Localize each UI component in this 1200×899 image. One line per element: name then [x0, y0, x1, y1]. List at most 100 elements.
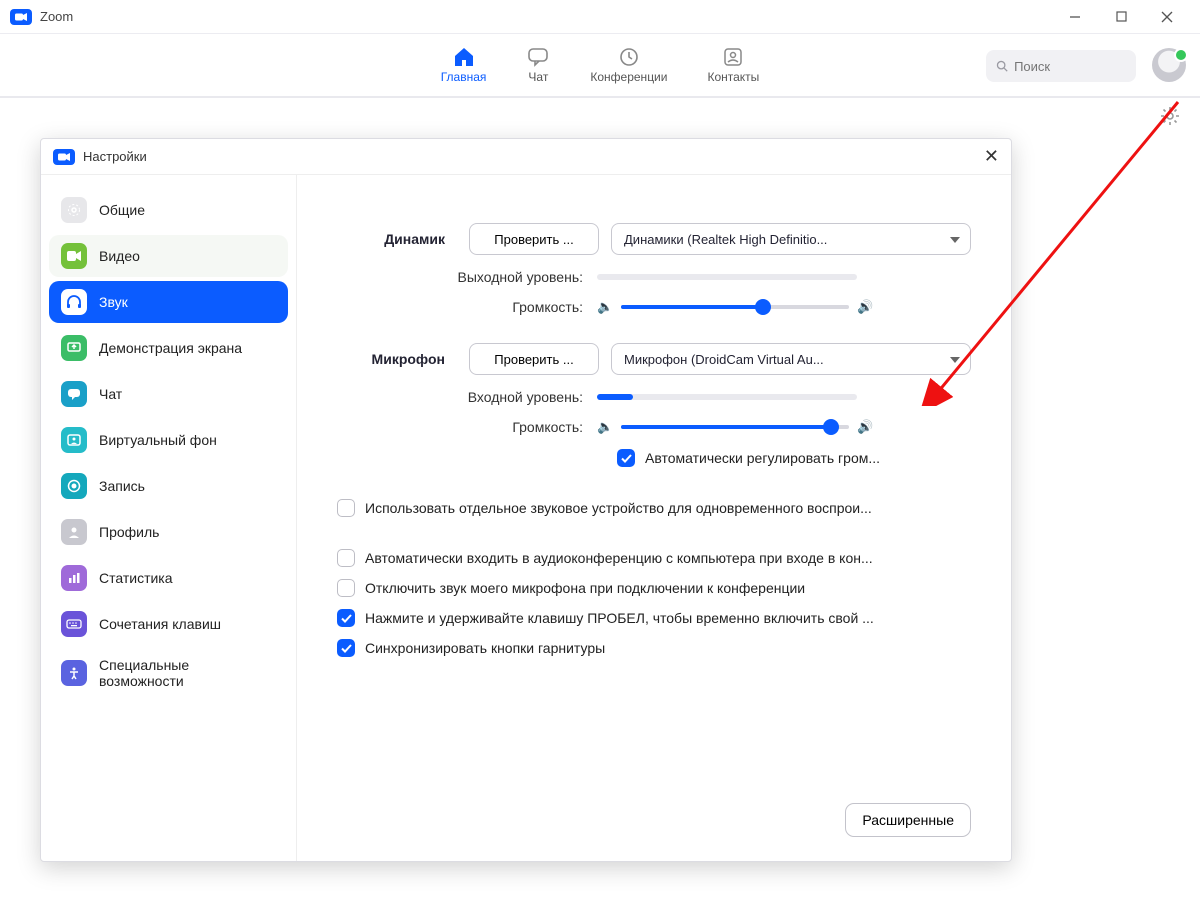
- headphones-icon: [61, 289, 87, 315]
- input-level-meter: [597, 394, 857, 400]
- sidenav-profile[interactable]: Профиль: [49, 511, 288, 553]
- sidenav-accessibility[interactable]: Специальные возможности: [49, 649, 288, 697]
- window-controls: [1052, 1, 1190, 33]
- tab-meetings[interactable]: Конференции: [590, 46, 667, 84]
- sidenav-stats[interactable]: Статистика: [49, 557, 288, 599]
- mic-low-icon: 🔈: [597, 419, 613, 435]
- virtual-bg-icon: [61, 427, 87, 453]
- test-speaker-button[interactable]: Проверить ...: [469, 223, 599, 255]
- search-box[interactable]: [986, 50, 1136, 82]
- settings-content: Динамик Проверить ... Динамики (Realtek …: [297, 175, 1011, 861]
- sidenav-label: Сочетания клавиш: [99, 616, 221, 632]
- sidenav-share[interactable]: Демонстрация экрана: [49, 327, 288, 369]
- record-icon: [61, 473, 87, 499]
- share-screen-icon: [61, 335, 87, 361]
- auto-join-label: Автоматически входить в аудиоконференцию…: [365, 550, 873, 566]
- input-level-label: Входной уровень:: [337, 389, 597, 405]
- mic-volume-slider[interactable]: [621, 425, 849, 429]
- gear-icon: [61, 197, 87, 223]
- sidenav-general[interactable]: Общие: [49, 189, 288, 231]
- chat-bubble-icon: [61, 381, 87, 407]
- tab-home[interactable]: Главная: [441, 46, 487, 84]
- sync-headset-row[interactable]: Синхронизировать кнопки гарнитуры: [297, 633, 971, 663]
- separate-device-label: Использовать отдельное звуковое устройст…: [365, 500, 872, 516]
- app-title: Zoom: [40, 9, 73, 24]
- sidenav-keys[interactable]: Сочетания клавиш: [49, 603, 288, 645]
- sidenav-audio[interactable]: Звук: [49, 281, 288, 323]
- keyboard-icon: [61, 611, 87, 637]
- minimize-button[interactable]: [1052, 1, 1098, 33]
- dialog-close-button[interactable]: ✕: [984, 146, 999, 167]
- output-level-row: Выходной уровень:: [297, 269, 971, 285]
- sidenav-label: Демонстрация экрана: [99, 340, 242, 356]
- search-input[interactable]: [1014, 59, 1126, 74]
- mute-on-join-label: Отключить звук моего микрофона при подкл…: [365, 580, 805, 596]
- zoom-app-icon: [10, 9, 32, 25]
- auto-join-row[interactable]: Автоматически входить в аудиоконференцию…: [297, 543, 971, 573]
- tab-chat[interactable]: Чат: [526, 46, 550, 84]
- mute-on-join-checkbox[interactable]: [337, 579, 355, 597]
- top-nav: Главная Чат Конференции Контакты: [0, 34, 1200, 98]
- sidenav-vbg[interactable]: Виртуальный фон: [49, 419, 288, 461]
- mute-on-join-row[interactable]: Отключить звук моего микрофона при подкл…: [297, 573, 971, 603]
- tab-chat-label: Чат: [528, 70, 548, 84]
- sidenav-rec[interactable]: Запись: [49, 465, 288, 507]
- avatar[interactable]: [1152, 48, 1186, 82]
- mic-volume-label: Громкость:: [337, 419, 597, 435]
- settings-dialog: Настройки ✕ Общие Видео Звук Демонстраци…: [40, 138, 1012, 862]
- chat-icon: [526, 46, 550, 68]
- mic-device-select[interactable]: Микрофон (DroidCam Virtual Au...: [611, 343, 971, 375]
- output-level-meter: [597, 274, 857, 280]
- settings-sidenav: Общие Видео Звук Демонстрация экрана Чат…: [41, 175, 297, 861]
- speaker-volume-slider[interactable]: [621, 305, 849, 309]
- separate-device-row[interactable]: Использовать отдельное звуковое устройст…: [297, 493, 971, 523]
- speaker-volume-row: Громкость: 🔈 🔊: [297, 299, 971, 315]
- stats-icon: [61, 565, 87, 591]
- auto-join-checkbox[interactable]: [337, 549, 355, 567]
- mic-title: Микрофон: [337, 351, 457, 367]
- speaker-low-icon: 🔈: [597, 299, 613, 315]
- sync-headset-checkbox[interactable]: [337, 639, 355, 657]
- speaker-row: Динамик Проверить ... Динамики (Realtek …: [297, 223, 971, 255]
- dialog-title: Настройки: [83, 149, 147, 164]
- speaker-title: Динамик: [337, 231, 457, 247]
- mic-volume-row: Громкость: 🔈 🔊: [297, 419, 971, 435]
- output-level-label: Выходной уровень:: [337, 269, 597, 285]
- sidenav-label: Профиль: [99, 524, 159, 540]
- profile-icon: [61, 519, 87, 545]
- tab-contacts[interactable]: Контакты: [707, 46, 759, 84]
- speaker-device-select[interactable]: Динамики (Realtek High Definitio...: [611, 223, 971, 255]
- ptt-checkbox[interactable]: [337, 609, 355, 627]
- sidenav-label: Специальные возможности: [99, 657, 276, 689]
- video-icon: [61, 243, 87, 269]
- advanced-button[interactable]: Расширенные: [845, 803, 971, 837]
- settings-gear-button[interactable]: [1160, 106, 1180, 126]
- sidenav-video[interactable]: Видео: [49, 235, 288, 277]
- dialog-zoom-icon: [53, 149, 75, 165]
- auto-volume-checkbox[interactable]: [617, 449, 635, 467]
- speaker-high-icon: 🔊: [857, 299, 873, 315]
- auto-volume-label: Автоматически регулировать гром...: [645, 450, 880, 466]
- titlebar: Zoom: [0, 0, 1200, 34]
- ptt-label: Нажмите и удерживайте клавишу ПРОБЕЛ, чт…: [365, 610, 874, 626]
- speaker-volume-label: Громкость:: [337, 299, 597, 315]
- tab-contacts-label: Контакты: [707, 70, 759, 84]
- tab-home-label: Главная: [441, 70, 487, 84]
- close-button[interactable]: [1144, 1, 1190, 33]
- separate-device-checkbox[interactable]: [337, 499, 355, 517]
- auto-volume-row[interactable]: Автоматически регулировать гром...: [297, 443, 971, 473]
- sidenav-label: Виртуальный фон: [99, 432, 217, 448]
- sidenav-chat[interactable]: Чат: [49, 373, 288, 415]
- home-icon: [452, 46, 476, 68]
- sidenav-label: Запись: [99, 478, 145, 494]
- sync-headset-label: Синхронизировать кнопки гарнитуры: [365, 640, 605, 656]
- sidenav-label: Статистика: [99, 570, 173, 586]
- contacts-icon: [721, 46, 745, 68]
- mic-high-icon: 🔊: [857, 419, 873, 435]
- dialog-header: Настройки ✕: [41, 139, 1011, 175]
- test-mic-button[interactable]: Проверить ...: [469, 343, 599, 375]
- maximize-button[interactable]: [1098, 1, 1144, 33]
- ptt-row[interactable]: Нажмите и удерживайте клавишу ПРОБЕЛ, чт…: [297, 603, 971, 633]
- sidenav-label: Звук: [99, 294, 128, 310]
- tab-meetings-label: Конференции: [590, 70, 667, 84]
